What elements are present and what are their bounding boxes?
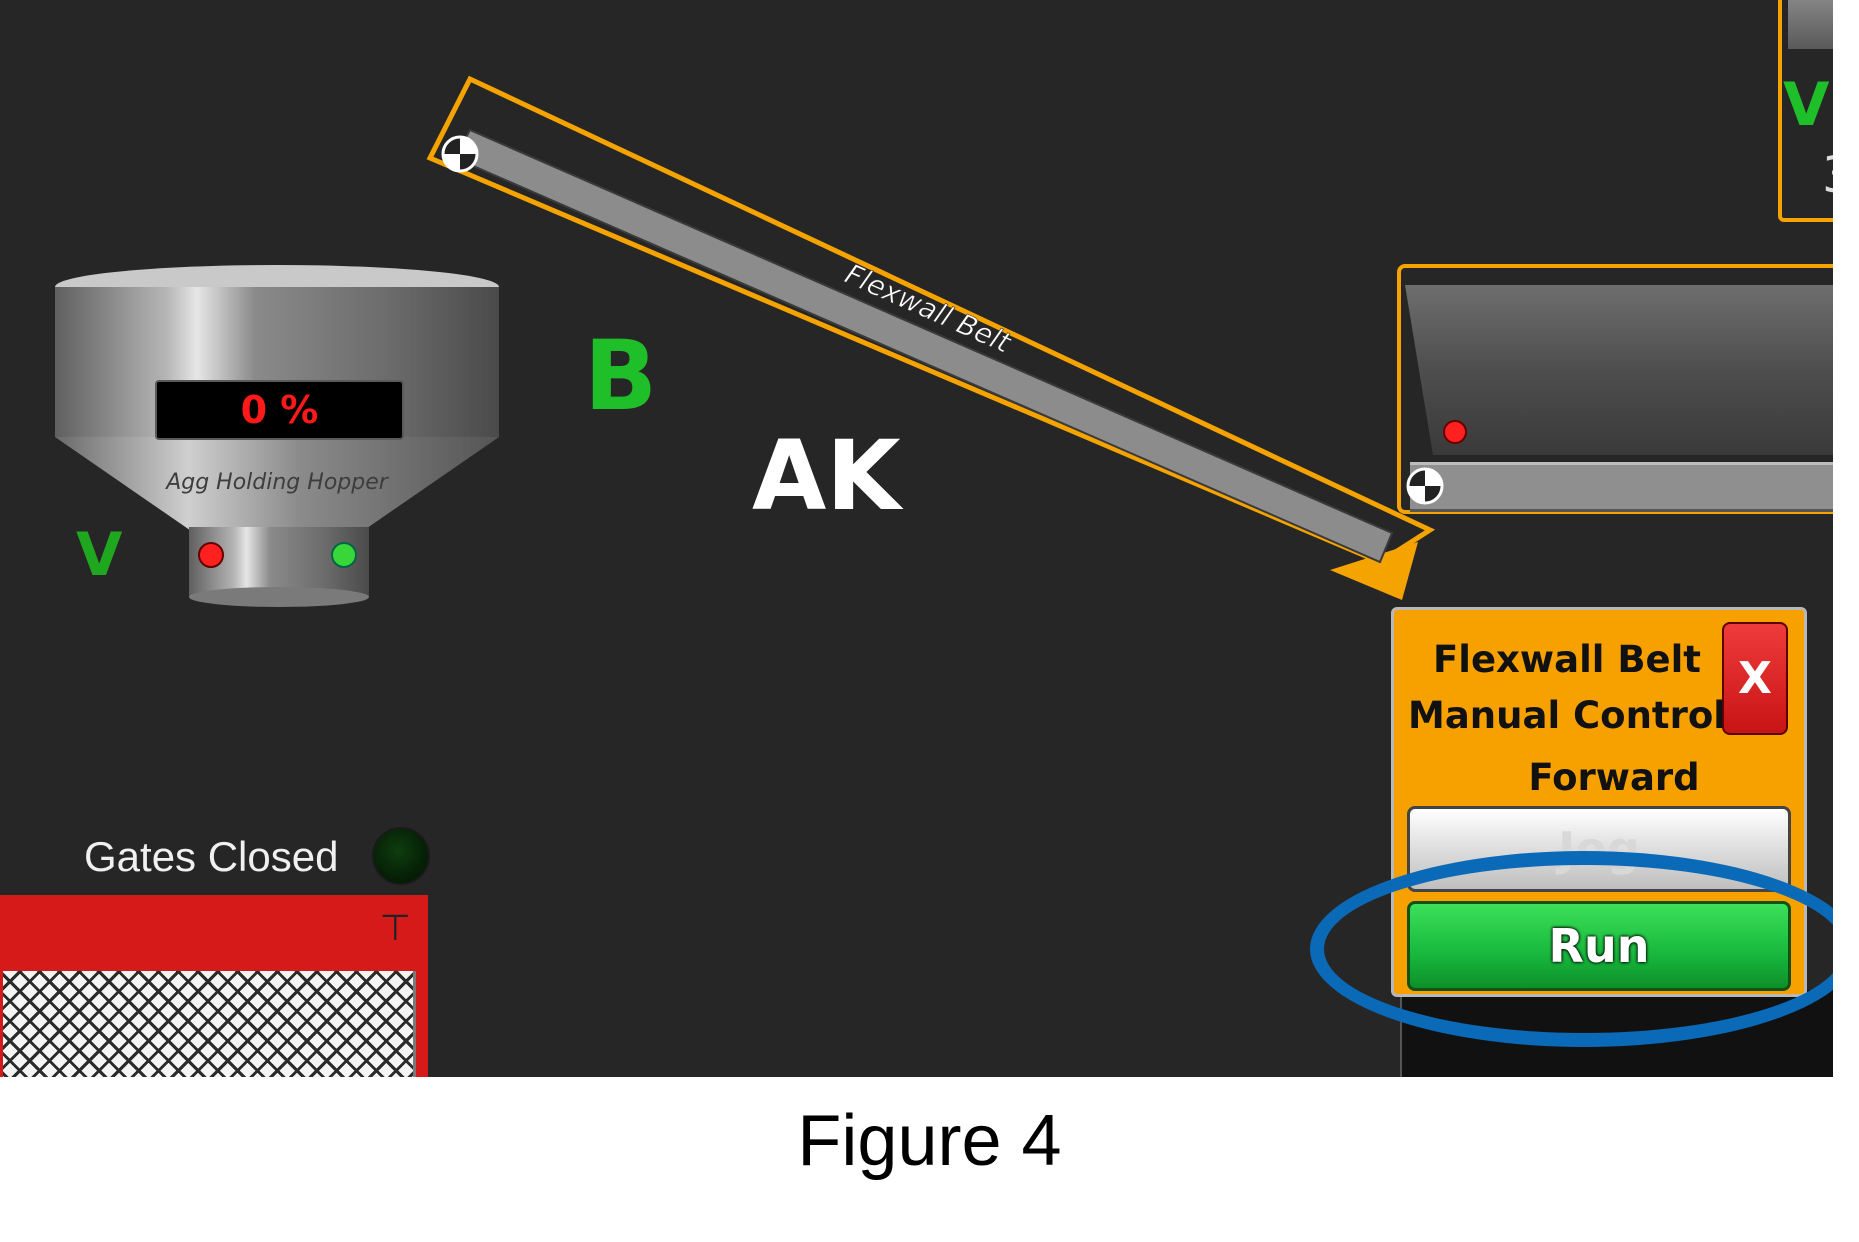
equipment-partial-value: 3 bbox=[1822, 146, 1833, 204]
gate-panel[interactable]: ⊤ bbox=[0, 895, 428, 1077]
equipment-frame-top-right[interactable]: 3 bbox=[1778, 0, 1833, 222]
figure-caption: Figure 4 bbox=[797, 1101, 1062, 1181]
bin-conveyor bbox=[1410, 462, 1833, 512]
popup-title-line1: Flexwall Belt bbox=[1433, 638, 1701, 681]
direction-label: Forward bbox=[1528, 756, 1700, 799]
popup-title-line2: Manual Control bbox=[1408, 694, 1726, 737]
hopper-level-readout: 0 % bbox=[155, 380, 404, 440]
gate-mesh bbox=[3, 971, 416, 1077]
bin-indicator bbox=[1443, 420, 1467, 444]
marker-b-label: B bbox=[584, 320, 658, 432]
hmi-screen: Flexwall Belt 0 % Agg Holding Hopper V B… bbox=[0, 0, 1833, 1077]
gates-closed-label: Gates Closed bbox=[84, 833, 339, 880]
jog-button[interactable]: Jog bbox=[1407, 806, 1791, 892]
marker-ak-label: AK bbox=[752, 420, 901, 532]
conveyor-roller-icon bbox=[441, 135, 479, 173]
run-button[interactable]: Run bbox=[1407, 901, 1791, 991]
hopper-indicator-right bbox=[331, 542, 357, 568]
pin-icon[interactable]: ⊤ bbox=[380, 908, 411, 949]
equipment-shape bbox=[1788, 0, 1833, 49]
lower-right-panel bbox=[1400, 990, 1833, 1077]
close-button[interactable]: X bbox=[1722, 622, 1788, 735]
hopper-indicator-left bbox=[198, 542, 224, 568]
valve-label-left: V bbox=[76, 520, 123, 590]
manual-control-popup: Flexwall Belt Manual Control X Forward J… bbox=[1391, 607, 1807, 997]
hopper-label: Agg Holding Hopper bbox=[166, 470, 388, 495]
bin-roller-icon bbox=[1406, 467, 1444, 505]
bin-body bbox=[1405, 285, 1833, 455]
gates-closed-indicator bbox=[372, 827, 430, 885]
popup-title: Flexwall Belt Manual Control bbox=[1402, 632, 1732, 744]
